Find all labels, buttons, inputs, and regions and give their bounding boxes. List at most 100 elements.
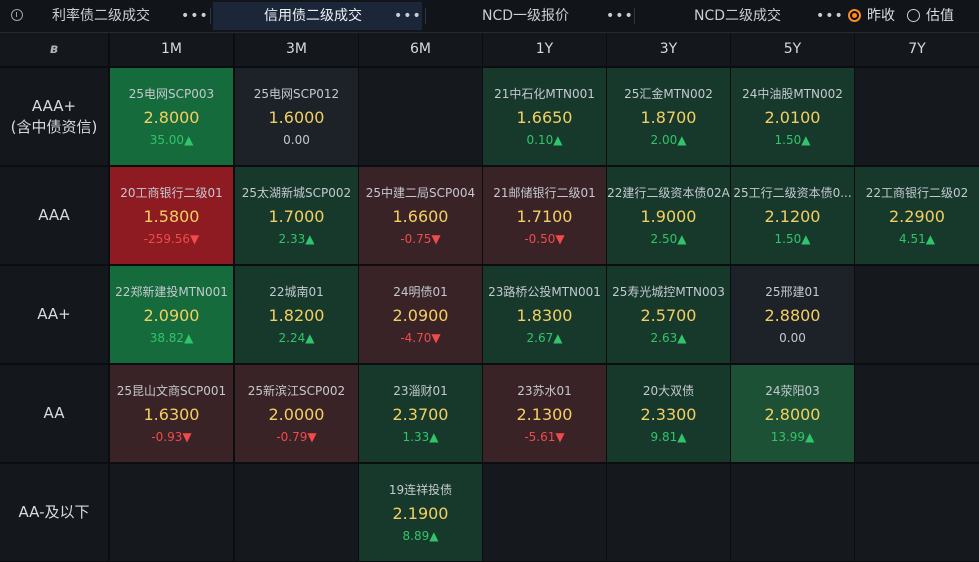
radio-valuation[interactable] bbox=[907, 9, 920, 22]
empty-cell bbox=[607, 464, 730, 561]
bond-yield: 1.8300 bbox=[516, 306, 573, 325]
bp-change-value: -0.75 bbox=[400, 232, 432, 246]
bond-yield: 1.6650 bbox=[516, 108, 573, 127]
bond-yield: 2.5700 bbox=[640, 306, 697, 325]
tab-divider bbox=[210, 8, 211, 24]
bp-change-value: 2.33 bbox=[278, 232, 306, 246]
bond-cell[interactable]: 25工行二级资本债0... 2.1200 1.50▲ bbox=[731, 167, 854, 264]
arrow-up-icon: ▲ bbox=[677, 133, 687, 147]
bond-cell[interactable]: 22工商银行二级02 2.2900 4.51▲ bbox=[855, 167, 979, 264]
bond-cell[interactable]: 22郑新建投MTN001 2.0900 38.82▲ bbox=[110, 266, 233, 363]
bp-change: 8.89▲ bbox=[359, 529, 482, 543]
bond-yield: 2.0900 bbox=[392, 306, 449, 325]
tab-ncd-secondary[interactable]: NCD二级成交 ••• bbox=[640, 2, 843, 30]
bond-name: 25昆山文商SCP001 bbox=[116, 384, 227, 398]
bond-cell[interactable]: 23苏水01 2.1300 -5.61▼ bbox=[483, 365, 606, 462]
arrow-up-icon: ▲ bbox=[801, 133, 811, 147]
empty-cell bbox=[359, 68, 482, 165]
bp-change: 38.82▲ bbox=[110, 331, 233, 345]
tab-credit-bond-secondary[interactable]: 信用债二级成交 ••• bbox=[213, 2, 422, 30]
bond-cell[interactable]: 25中建二局SCP004 1.6600 -0.75▼ bbox=[359, 167, 482, 264]
row-label: AAA+ (含中债资信) bbox=[0, 68, 108, 165]
radio-prev-close[interactable] bbox=[848, 9, 861, 22]
radio-label-prev-close: 昨收 bbox=[867, 8, 895, 24]
bond-cell[interactable]: 23路桥公投MTN001 1.8300 2.67▲ bbox=[483, 266, 606, 363]
bond-name: 25寿光城控MTN003 bbox=[612, 285, 725, 299]
bond-cell[interactable]: 25汇金MTN002 1.8700 2.00▲ bbox=[607, 68, 730, 165]
column-header-1y: 1Y bbox=[483, 33, 606, 66]
bond-cell[interactable]: 25寿光城控MTN003 2.5700 2.63▲ bbox=[607, 266, 730, 363]
bond-yield: 2.1300 bbox=[516, 405, 573, 424]
bond-name: 25电网SCP012 bbox=[253, 87, 340, 101]
bond-cell[interactable]: 24明债01 2.0900 -4.70▼ bbox=[359, 266, 482, 363]
bond-cell[interactable]: 22建行二级资本债02A 1.9000 2.50▲ bbox=[607, 167, 730, 264]
bond-cell[interactable]: 23淄财01 2.3700 1.33▲ bbox=[359, 365, 482, 462]
bond-name: 23路桥公投MTN001 bbox=[488, 285, 601, 299]
column-header-7y: 7Y bbox=[855, 33, 979, 66]
bond-cell[interactable]: 25昆山文商SCP001 1.6300 -0.93▼ bbox=[110, 365, 233, 462]
bp-change: 1.50▲ bbox=[731, 133, 854, 147]
bp-change: 2.33▲ bbox=[235, 232, 358, 246]
info-icon[interactable] bbox=[11, 9, 23, 21]
bond-yield: 2.0000 bbox=[268, 405, 325, 424]
bond-name: 20大双债 bbox=[642, 384, 695, 398]
bond-cell[interactable]: 25太湖新城SCP002 1.7000 2.33▲ bbox=[235, 167, 358, 264]
arrow-up-icon: ▲ bbox=[801, 232, 811, 246]
arrow-up-icon: ▲ bbox=[184, 133, 194, 147]
column-header-1m: 1M bbox=[110, 33, 233, 66]
tab-label: NCD一级报价 bbox=[482, 8, 570, 24]
more-dots-icon[interactable]: ••• bbox=[816, 2, 844, 30]
arrow-down-icon: ▼ bbox=[182, 430, 192, 444]
bp-change-value: -4.70 bbox=[400, 331, 432, 345]
tab-divider bbox=[425, 8, 426, 24]
bond-cell[interactable]: 21邮储银行二级01 1.7100 -0.50▼ bbox=[483, 167, 606, 264]
column-header-6m: 6M bbox=[359, 33, 482, 66]
bond-cell[interactable]: 19连祥投债 2.1900 8.89▲ bbox=[359, 464, 482, 561]
column-header-5y: 5Y bbox=[731, 33, 854, 66]
bp-change: 2.67▲ bbox=[483, 331, 606, 345]
bond-yield: 1.5800 bbox=[143, 207, 200, 226]
bond-cell[interactable]: 20工商银行二级01 1.5800 -259.56▼ bbox=[110, 167, 233, 264]
bp-change-value: 2.67 bbox=[526, 331, 554, 345]
bond-name: 23苏水01 bbox=[517, 384, 572, 398]
bond-cell[interactable]: 21中石化MTN001 1.6650 0.10▲ bbox=[483, 68, 606, 165]
bond-cell[interactable]: 25电网SCP003 2.8000 35.00▲ bbox=[110, 68, 233, 165]
more-dots-icon[interactable]: ••• bbox=[181, 2, 209, 30]
more-dots-icon[interactable]: ••• bbox=[394, 2, 422, 30]
bond-cell[interactable]: 25邢建01 2.8800 0.00 bbox=[731, 266, 854, 363]
row-label: AA+ bbox=[0, 266, 108, 363]
bp-change: 0.10▲ bbox=[483, 133, 606, 147]
bond-yield: 1.8700 bbox=[640, 108, 697, 127]
bond-yield: 1.6300 bbox=[143, 405, 200, 424]
arrow-up-icon: ▲ bbox=[677, 232, 687, 246]
bond-name: 21中石化MTN001 bbox=[494, 87, 595, 101]
bp-change-value: -5.61 bbox=[524, 430, 556, 444]
bp-change-value: 2.00 bbox=[650, 133, 678, 147]
empty-cell bbox=[855, 266, 979, 363]
bond-cell[interactable]: 20大双债 2.3300 9.81▲ bbox=[607, 365, 730, 462]
brand-logo-icon: ʙ bbox=[49, 42, 59, 57]
bp-change: -0.93▼ bbox=[110, 430, 233, 444]
arrow-down-icon: ▼ bbox=[307, 430, 317, 444]
arrow-up-icon: ▲ bbox=[925, 232, 935, 246]
bond-cell[interactable]: 22城南01 1.8200 2.24▲ bbox=[235, 266, 358, 363]
bond-cell[interactable]: 25新滨江SCP002 2.0000 -0.79▼ bbox=[235, 365, 358, 462]
bp-change: -5.61▼ bbox=[483, 430, 606, 444]
bond-cell[interactable]: 24中油股MTN002 2.0100 1.50▲ bbox=[731, 68, 854, 165]
bond-cell[interactable]: 25电网SCP012 1.6000 0.00 bbox=[235, 68, 358, 165]
bond-yield: 2.0100 bbox=[764, 108, 821, 127]
bond-yield: 2.3700 bbox=[392, 405, 449, 424]
bp-change-value: 1.50 bbox=[774, 133, 802, 147]
arrow-down-icon: ▼ bbox=[431, 331, 441, 345]
tab-ncd-primary-quote[interactable]: NCD一级报价 ••• bbox=[430, 2, 633, 30]
bond-yield: 1.9000 bbox=[640, 207, 697, 226]
bond-name: 20工商银行二级01 bbox=[120, 186, 223, 200]
bond-name: 25邢建01 bbox=[765, 285, 820, 299]
bond-yield: 2.8000 bbox=[764, 405, 821, 424]
tab-rate-bond-secondary[interactable]: 利率债二级成交 ••• bbox=[40, 2, 210, 30]
bond-cell[interactable]: 24荥阳03 2.8000 13.99▲ bbox=[731, 365, 854, 462]
bond-name: 24明债01 bbox=[393, 285, 448, 299]
more-dots-icon[interactable]: ••• bbox=[606, 2, 634, 30]
bond-yield: 2.8000 bbox=[143, 108, 200, 127]
row-label: AA-及以下 bbox=[0, 464, 108, 561]
